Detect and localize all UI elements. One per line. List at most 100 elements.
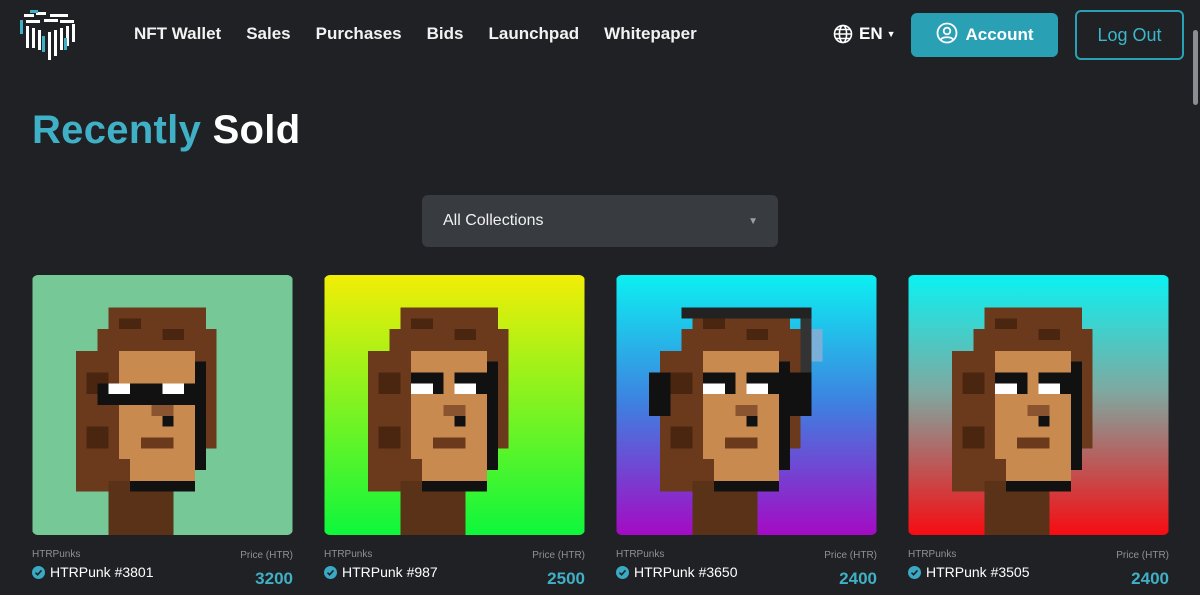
collection-filter-select[interactable]: All Collections ▼ (422, 195, 778, 247)
mouth (140, 437, 174, 449)
pupil (432, 383, 444, 395)
logout-button[interactable]: Log Out (1075, 10, 1184, 60)
collection-name[interactable]: HTRPunks (324, 549, 372, 560)
headphones-band (681, 307, 812, 319)
outline (487, 361, 498, 470)
nft-image[interactable] (908, 275, 1169, 535)
nft-name[interactable]: HTRPunk #987 (342, 564, 438, 580)
chin (422, 459, 487, 481)
price-label: Price (HTR) (240, 550, 293, 561)
hair (973, 329, 1093, 351)
outline (714, 480, 779, 492)
page: NFT Wallet Sales Purchases Bids Launchpa… (0, 0, 1200, 595)
hair (97, 329, 217, 351)
outline (195, 361, 206, 470)
collection-name[interactable]: HTRPunks (616, 549, 664, 560)
chevron-down-icon: ▼ (748, 215, 758, 227)
nav-nft-wallet[interactable]: NFT Wallet (134, 24, 221, 44)
nft-image[interactable] (324, 275, 585, 535)
brow (746, 372, 779, 384)
nav-sales[interactable]: Sales (246, 24, 290, 44)
scrollbar-thumb[interactable] (1193, 30, 1198, 105)
hair (378, 372, 401, 395)
nft-name-row: HTRPunk #3505 (908, 564, 1030, 580)
nft-price: 2400 (839, 569, 877, 588)
nose (735, 405, 758, 416)
headphones-cup (789, 372, 812, 416)
page-title: Recently Sold (32, 108, 300, 153)
verified-check-icon (908, 565, 921, 579)
outline (779, 361, 790, 470)
nft-card[interactable]: HTRPunks Price (HTR) HTRPunk #3801 3200 (32, 275, 293, 595)
pupil (1060, 383, 1071, 395)
outline (1006, 480, 1071, 492)
nft-name-row: HTRPunk #3650 (616, 564, 738, 580)
outline (130, 480, 195, 492)
sunglasses-glare (162, 383, 185, 395)
nft-card[interactable]: HTRPunks Price (HTR) HTRPunk #3505 2400 (908, 275, 1169, 595)
eye (703, 383, 725, 395)
hair (995, 318, 1017, 330)
price-label: Price (HTR) (1116, 550, 1169, 561)
top-nav-bar: NFT Wallet Sales Purchases Bids Launchpa… (0, 0, 1200, 70)
collection-name[interactable]: HTRPunks (908, 549, 956, 560)
pupil (476, 383, 487, 395)
nose (151, 405, 174, 416)
nft-name[interactable]: HTRPunk #3505 (926, 564, 1030, 580)
hair (962, 372, 985, 395)
nft-card-meta: HTRPunks Price (HTR) HTRPunk #3505 2400 (908, 535, 1169, 595)
mouth (1016, 437, 1050, 449)
nft-name[interactable]: HTRPunk #3650 (634, 564, 738, 580)
hair (378, 426, 401, 449)
nav-launchpad[interactable]: Launchpad (488, 24, 579, 44)
hair (681, 329, 801, 351)
nav-whitepaper[interactable]: Whitepaper (604, 24, 697, 44)
brow (411, 372, 444, 384)
hair (703, 318, 725, 330)
chin (130, 459, 195, 481)
eye (1038, 383, 1061, 395)
page-scrollbar[interactable] (1190, 0, 1200, 595)
nose (1027, 405, 1050, 416)
headphones-cup (649, 372, 671, 416)
account-button[interactable]: Account (911, 13, 1058, 57)
nft-name[interactable]: HTRPunk #3801 (50, 564, 154, 580)
account-button-label: Account (965, 25, 1034, 44)
hair (962, 426, 985, 449)
eye (995, 383, 1017, 395)
brow (995, 372, 1028, 384)
eye (746, 383, 769, 395)
nav-bids[interactable]: Bids (427, 24, 464, 44)
nft-image[interactable] (616, 275, 877, 535)
nav-purchases[interactable]: Purchases (316, 24, 402, 44)
nft-card[interactable]: HTRPunks Price (HTR) HTRPunk #3650 2400 (616, 275, 877, 595)
nft-card-meta: HTRPunks Price (HTR) HTRPunk #3650 2400 (616, 535, 877, 595)
hair (86, 426, 109, 449)
collection-name[interactable]: HTRPunks (32, 549, 80, 560)
chin (1006, 459, 1071, 481)
hair (389, 329, 509, 351)
user-circle-icon (936, 22, 958, 49)
nft-card-meta: HTRPunks Price (HTR) HTRPunk #3801 3200 (32, 535, 293, 595)
brow (703, 372, 736, 384)
nft-price: 3200 (255, 569, 293, 588)
hair (670, 426, 693, 449)
outline (1071, 361, 1082, 470)
nft-card[interactable]: HTRPunks Price (HTR) HTRPunk #987 2500 (324, 275, 585, 595)
mouth (432, 437, 466, 449)
htr-cube-logo[interactable] (20, 8, 80, 64)
nft-card-meta: HTRPunks Price (HTR) HTRPunk #987 2500 (324, 535, 585, 595)
hair (119, 318, 141, 330)
nft-price: 2400 (1131, 569, 1169, 588)
hair (162, 329, 185, 340)
nft-image[interactable] (32, 275, 293, 535)
title-rest: Sold (212, 108, 301, 152)
language-selector[interactable]: EN ▼ (833, 24, 896, 44)
mouth (724, 437, 758, 449)
nose (454, 415, 466, 427)
eye (411, 383, 433, 395)
price-label: Price (HTR) (824, 550, 877, 561)
hair (670, 372, 693, 395)
main-nav: NFT Wallet Sales Purchases Bids Launchpa… (134, 24, 722, 44)
title-accent: Recently (32, 108, 202, 152)
